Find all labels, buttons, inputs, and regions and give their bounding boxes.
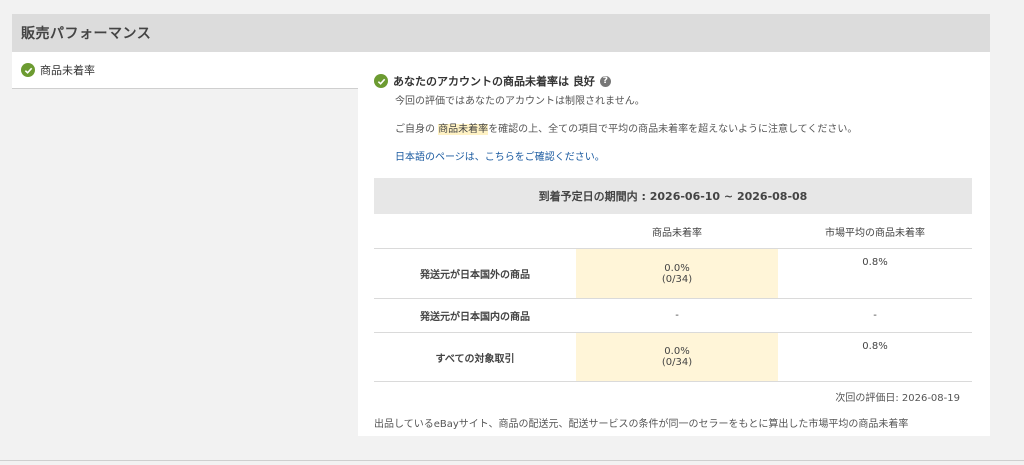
rate-cell: 0.0% (0/34) [576, 248, 778, 299]
table-row: すべての対象取引 0.0% (0/34) 0.8% [374, 332, 972, 382]
divider [0, 460, 1024, 461]
row-label: 発送元が日本国内の商品 [374, 298, 576, 333]
advice-prefix: ご自身の [395, 124, 439, 135]
market-value: - [778, 298, 972, 333]
check-circle-icon [21, 63, 35, 77]
rate-cell: 0.0% (0/34) [576, 332, 778, 382]
market-value: 0.8% [778, 248, 972, 299]
column-header [374, 214, 576, 249]
market-value: 0.8% [778, 332, 972, 382]
table-row: 発送元が日本国外の商品 0.0% (0/34) 0.8% [374, 248, 972, 299]
performance-card: 販売パフォーマンス 商品未着率 あなたのアカウントの商品未着率は 良好 ? 今回… [12, 14, 990, 436]
check-circle-icon [374, 74, 388, 88]
rate-count: (0/34) [661, 357, 693, 368]
left-nav: 商品未着率 [12, 52, 358, 89]
column-header: 商品未着率 [576, 214, 778, 249]
nav-item-item-not-received-rate[interactable]: 商品未着率 [12, 52, 358, 88]
rate-count: (0/34) [661, 273, 693, 285]
japanese-page-link[interactable]: 日本語のページは、こちらをご確認ください。 [395, 148, 605, 163]
footnote: 出品しているeBayサイト、商品の配送元、配送サービスの条件が同一のセラーをもと… [374, 419, 909, 430]
status-note: 今回の評価ではあなたのアカウントは制限されません。 [395, 96, 645, 107]
question-circle-icon[interactable]: ? [599, 75, 611, 87]
rate-value: - [576, 298, 778, 333]
period-label: 到着予定日の期間内 : 2026-06-10 ~ 2026-08-08 [538, 190, 808, 203]
page-title-text: 販売パフォーマンス [21, 26, 152, 42]
table-row: 発送元が日本国内の商品 - - [374, 298, 972, 333]
advice-suffix: を確認の上、全ての項目で平均の商品未着率を超えないように注意してください。 [488, 124, 858, 135]
column-header: 市場平均の商品未着率 [778, 214, 972, 249]
period-bar: 到着予定日の期間内 : 2026-06-10 ~ 2026-08-08 [374, 178, 972, 214]
status-title: あなたのアカウントの商品未着率は 良好 [393, 75, 595, 88]
row-label: 発送元が日本国外の商品 [374, 248, 576, 299]
left-nav-background [12, 89, 358, 436]
rate-value: 0.0% [664, 346, 690, 357]
page-title: 販売パフォーマンス [12, 14, 990, 52]
rate-value: 0.0% [664, 262, 690, 274]
advice-text: ご自身の 商品未着率を確認の上、全ての項目で平均の商品未着率を超えないように注意… [395, 120, 857, 135]
status-heading: あなたのアカウントの商品未着率は 良好 ? [374, 73, 611, 89]
rate-highlight[interactable]: 商品未着率 [438, 124, 489, 135]
row-label: すべての対象取引 [374, 332, 576, 382]
next-evaluation-date: 次回の評価日: 2026-08-19 [835, 393, 960, 404]
nav-item-label: 商品未着率 [40, 64, 95, 77]
table-header-row: 商品未着率 市場平均の商品未着率 [374, 214, 972, 249]
metrics-table: 商品未着率 市場平均の商品未着率 発送元が日本国外の商品 0.0% (0/34)… [374, 214, 972, 382]
